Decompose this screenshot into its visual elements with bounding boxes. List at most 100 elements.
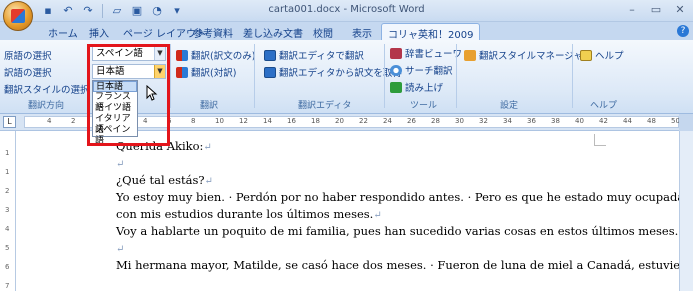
group-label-direction: 翻訳方向 xyxy=(28,101,65,111)
ruler-number: 40 xyxy=(575,117,584,125)
help-book-icon xyxy=(580,49,592,61)
tab-korya-eiwa[interactable]: コリャ英和！2009 xyxy=(381,23,481,41)
translate-text-only-button[interactable]: 翻訳(訳文のみ) xyxy=(176,48,255,62)
translate-icon xyxy=(176,49,188,61)
dropdown-option-japanese[interactable]: 日本語 xyxy=(93,81,137,92)
line-text: Mi hermana mayor, Matilde, se casó hace … xyxy=(116,258,693,272)
vertical-ruler-number: 1 xyxy=(5,149,10,157)
paragraph-mark: ↵ xyxy=(203,142,212,153)
target-language-select[interactable]: 日本語 ▼ xyxy=(92,64,166,79)
translate-in-editor-button[interactable]: 翻訳エディタで翻訳 xyxy=(264,48,364,62)
ruler-number: 22 xyxy=(359,117,368,125)
vertical-ruler[interactable]: 1 1 2 3 4 5 6 7 xyxy=(2,131,16,291)
document-line[interactable]: Querida Akiko:↵ xyxy=(116,139,212,153)
ruler-number: 32 xyxy=(479,117,488,125)
chevron-down-icon[interactable]: ▼ xyxy=(154,65,165,78)
tab-home[interactable]: ホーム xyxy=(48,25,78,40)
search-translate-button[interactable]: サーチ翻訳 xyxy=(390,63,453,77)
ruler-number: 18 xyxy=(311,117,320,125)
document-line[interactable]: con mis estudios durante los últimos mes… xyxy=(116,207,382,221)
maximize-button[interactable]: ▭ xyxy=(647,2,665,17)
tab-view[interactable]: 表示 xyxy=(352,25,372,40)
ruler-number: 38 xyxy=(551,117,560,125)
get-from-editor-button[interactable]: 翻訳エディタから訳文を取得 xyxy=(264,65,402,79)
line-text: ¿Qué tal estás? xyxy=(116,173,205,187)
vertical-ruler-number: 4 xyxy=(5,225,10,233)
group-separator xyxy=(254,44,255,108)
document-line[interactable]: Mi hermana mayor, Matilde, se casó hace … xyxy=(116,258,693,272)
tab-selector-icon[interactable]: L xyxy=(3,116,16,128)
chevron-down-icon[interactable]: ▼ xyxy=(154,47,165,60)
vertical-ruler-number: 7 xyxy=(5,282,10,290)
style-manager-button[interactable]: 翻訳スタイルマネージャ xyxy=(464,48,583,62)
dropdown-option-french[interactable]: フランス語 xyxy=(93,92,137,113)
help-label: ヘルプ xyxy=(595,51,624,62)
ruler-number: 2 xyxy=(71,117,76,125)
dropdown-option-spanish[interactable]: スペイン語 xyxy=(93,125,137,146)
line-text: Querida Akiko: xyxy=(116,139,204,153)
ruler-number: 12 xyxy=(239,117,248,125)
minimize-button[interactable]: – xyxy=(623,2,641,17)
group-label-tools: ツール xyxy=(410,101,438,111)
window-controls: – ▭ ✕ xyxy=(623,2,689,17)
title-bar: ▪ ↶ ↷ ▱ ▣ ◔ ▾ carta001.docx - Microsoft … xyxy=(0,0,693,22)
ruler-number: 48 xyxy=(647,117,656,125)
ruler-number: 6 xyxy=(167,117,172,125)
vertical-scrollbar[interactable] xyxy=(679,131,693,291)
dropdown-option-german[interactable]: ドイツ語 xyxy=(93,103,137,114)
vertical-ruler-number: 6 xyxy=(5,263,10,271)
dictionary-viewer-label: 辞書ビューワ xyxy=(405,49,463,60)
translate-parallel-button[interactable]: 翻訳(対訳) xyxy=(176,65,236,79)
translate-parallel-label: 翻訳(対訳) xyxy=(191,68,237,79)
ruler-number: 16 xyxy=(287,117,296,125)
target-language-value: 日本語 xyxy=(96,66,125,77)
ruler-number: 4 xyxy=(47,117,52,125)
document-line[interactable]: ↵ xyxy=(116,241,124,255)
read-aloud-button[interactable]: 読み上げ xyxy=(390,80,443,94)
style-manager-label: 翻訳スタイルマネージャ xyxy=(479,51,583,62)
speaker-icon xyxy=(390,81,402,93)
ruler-number: 14 xyxy=(263,117,272,125)
document-line[interactable]: ↵ xyxy=(116,156,124,170)
help-icon[interactable]: ? xyxy=(677,25,689,37)
style-manager-icon xyxy=(464,49,476,61)
document-line[interactable]: ¿Qué tal estás?↵ xyxy=(116,173,213,187)
tab-references[interactable]: 参考資料 xyxy=(193,25,233,40)
dictionary-icon xyxy=(390,47,402,59)
office-button[interactable] xyxy=(3,1,33,31)
group-separator xyxy=(170,44,171,108)
tab-mailings[interactable]: 差し込み文書 xyxy=(243,25,303,40)
tab-insert[interactable]: 挿入 xyxy=(89,25,109,40)
target-language-dropdown: 日本語 フランス語 ドイツ語 イタリア語 スペイン語 xyxy=(92,80,138,146)
group-label-editor: 翻訳エディタ xyxy=(298,101,352,111)
line-text: Yo estoy muy bien. · Perdón por no haber… xyxy=(116,190,685,204)
ruler-number: 36 xyxy=(527,117,536,125)
margin-corner-mark xyxy=(594,134,606,146)
document-line[interactable]: Voy a hablarte un poquito de mi familia,… xyxy=(116,224,687,238)
paragraph-mark: ↵ xyxy=(116,244,125,255)
vertical-ruler-number: 3 xyxy=(5,206,10,214)
view-ruler-toggle[interactable] xyxy=(679,114,693,131)
search-icon xyxy=(390,64,402,76)
paragraph-mark: ↵ xyxy=(116,159,125,170)
line-text: con mis estudios durante los últimos mes… xyxy=(116,207,374,221)
group-label-translate: 翻訳 xyxy=(200,101,219,111)
dictionary-viewer-button[interactable]: 辞書ビューワ xyxy=(390,46,462,60)
group-separator xyxy=(384,44,385,108)
document-line[interactable]: Yo estoy muy bien. · Perdón por no haber… xyxy=(116,190,693,204)
dropdown-option-italian[interactable]: イタリア語 xyxy=(93,114,137,135)
vertical-ruler-number: 2 xyxy=(5,187,10,195)
group-label-settings: 設定 xyxy=(500,101,519,111)
editor-icon xyxy=(264,49,276,61)
translate-text-only-label: 翻訳(訳文のみ) xyxy=(191,51,256,62)
close-button[interactable]: ✕ xyxy=(671,2,689,17)
help-button[interactable]: ヘルプ xyxy=(580,48,624,62)
tab-review[interactable]: 校閲 xyxy=(313,25,333,40)
ruler-number: 4 xyxy=(143,117,148,125)
source-language-select[interactable]: スペイン語 ▼ xyxy=(92,46,166,61)
source-language-value: スペイン語 xyxy=(96,48,143,59)
ruler-number: 30 xyxy=(455,117,464,125)
ruler-number: 34 xyxy=(503,117,512,125)
group-label-help: ヘルプ xyxy=(590,101,618,111)
office-logo-icon xyxy=(11,9,25,23)
